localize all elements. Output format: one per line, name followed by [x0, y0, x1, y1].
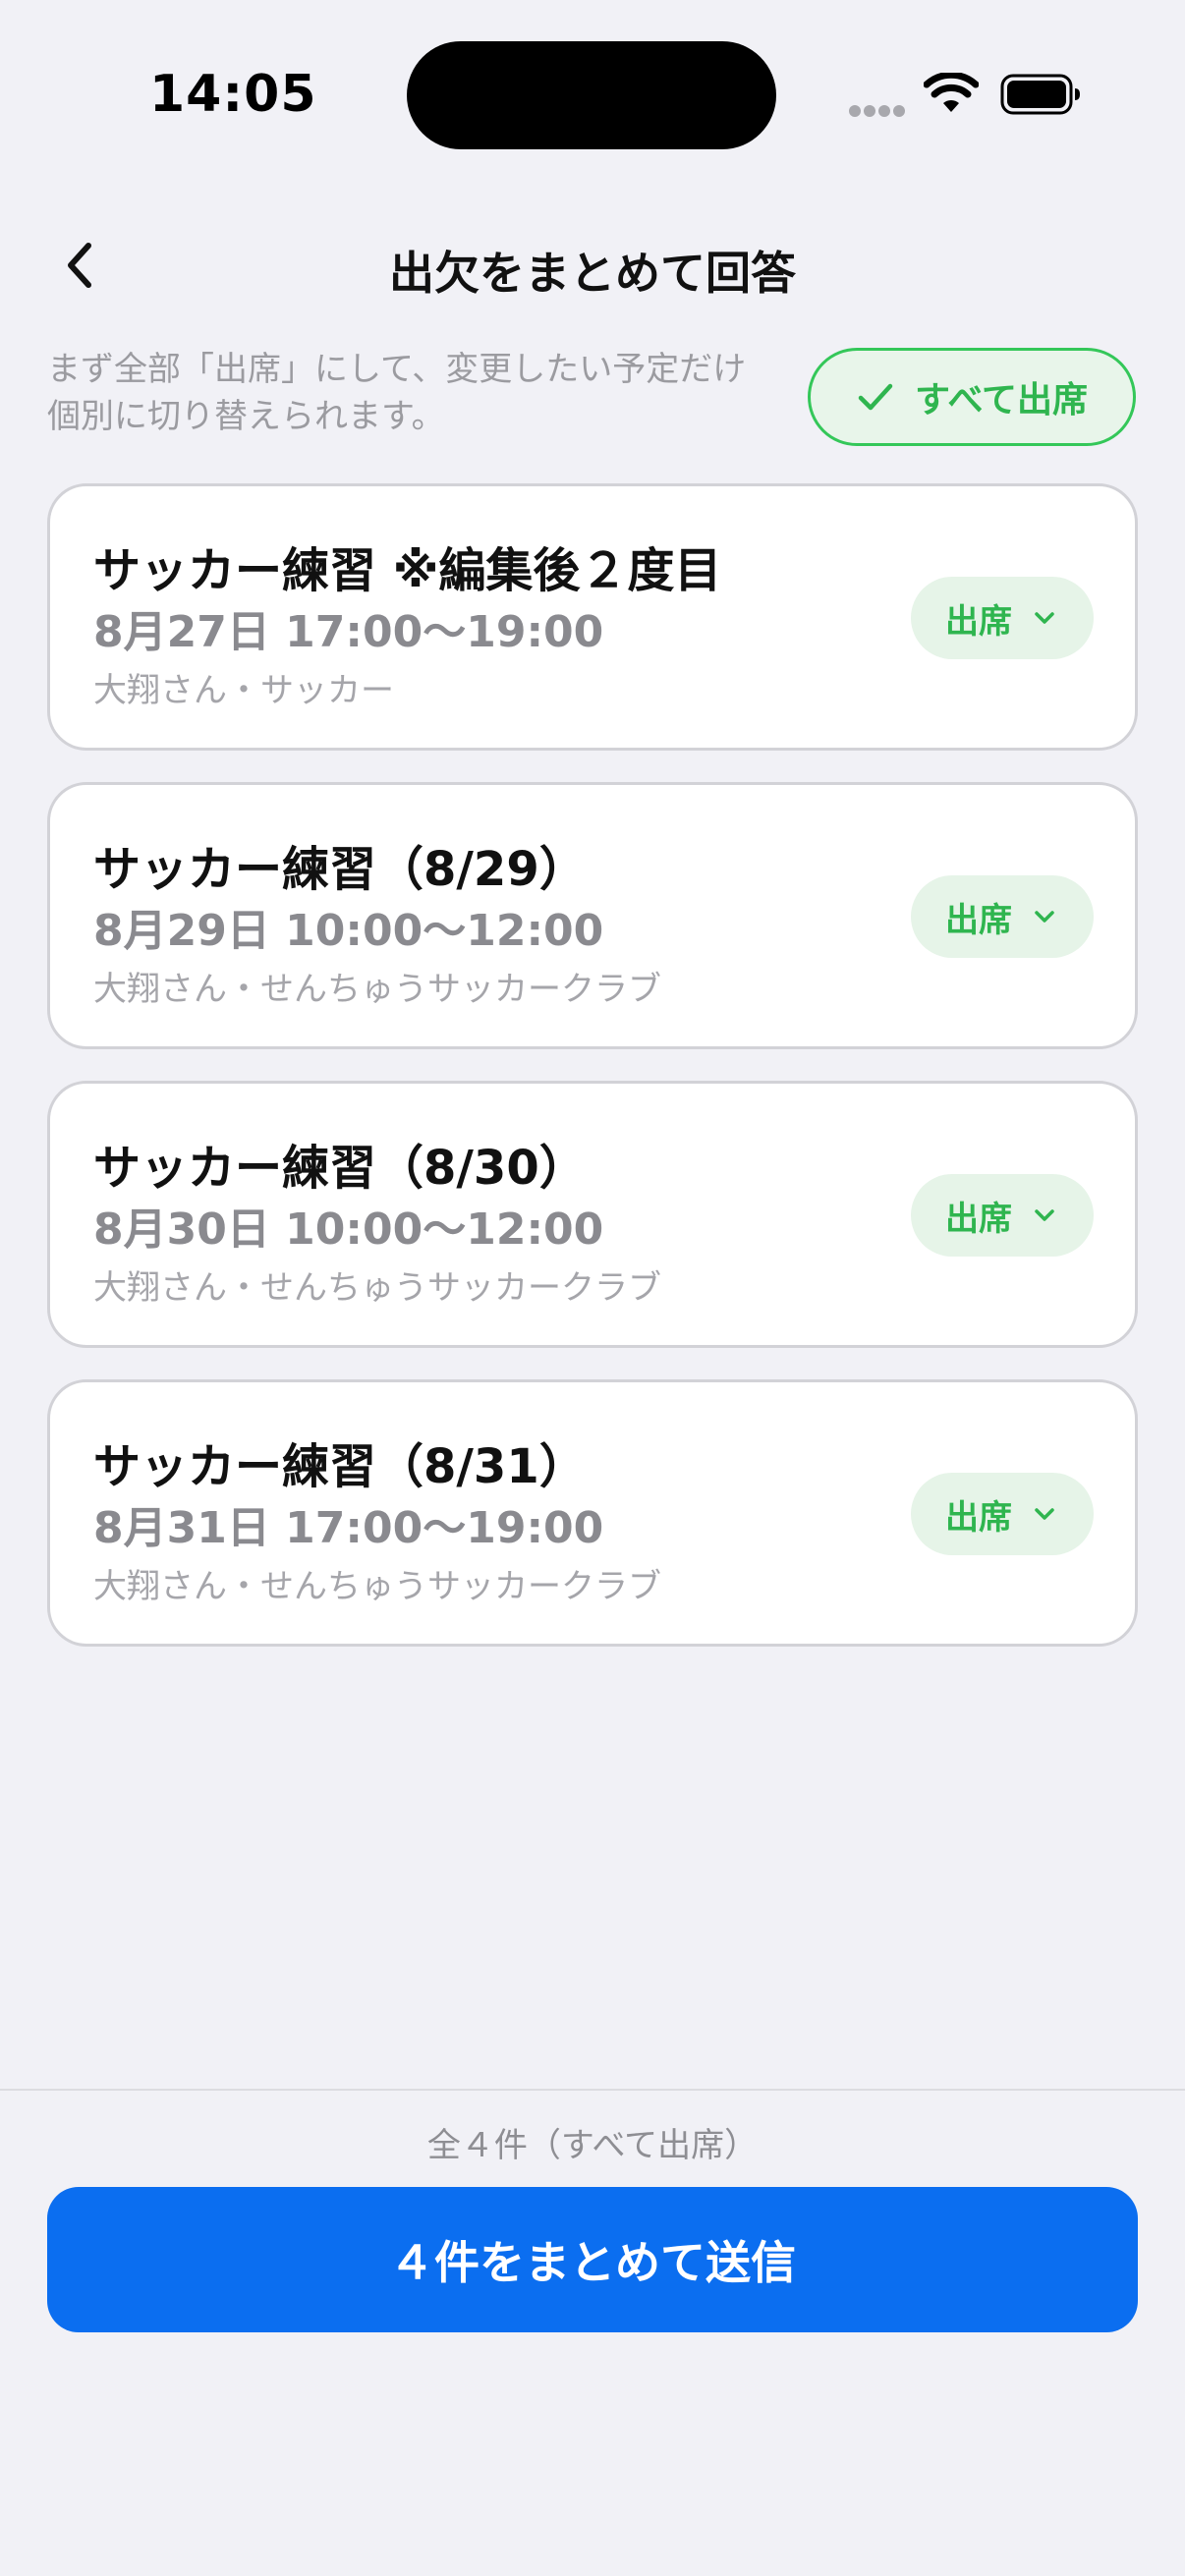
navigation-bar: 出欠をまとめて回答 [0, 216, 1185, 314]
event-meta: 大翔さん・サッカー [93, 671, 394, 710]
all-attend-button[interactable]: すべて出席 [808, 348, 1136, 446]
event-datetime: 8月30日 10:00〜12:00 [93, 1204, 604, 1255]
chevron-down-icon [1035, 1508, 1054, 1520]
chevron-down-icon [1035, 911, 1054, 923]
event-title: サッカー練習 ※編集後２度目 [93, 543, 722, 598]
hint-text: まず全部「出席」にして、変更したい予定だけ個別に切り替えられます。 [47, 350, 747, 436]
chevron-down-icon [1035, 1209, 1054, 1221]
all-attend-label: すべて出席 [914, 380, 1089, 420]
event-card: サッカー練習 ※編集後２度目 8月27日 17:00〜19:00 大翔さん・サッ… [47, 483, 1138, 751]
cellular-signal-icon [849, 102, 908, 121]
dynamic-island [407, 41, 776, 149]
battery-icon [1000, 74, 1080, 115]
attendance-status-label: 出席 [945, 1497, 1012, 1538]
footer-divider [0, 2089, 1185, 2091]
attendance-status-dropdown[interactable]: 出席 [911, 1473, 1094, 1555]
page-title: 出欠をまとめて回答 [389, 247, 796, 300]
event-card: サッカー練習（8/29） 8月29日 10:00〜12:00 大翔さん・せんちゅ… [47, 782, 1138, 1049]
attendance-status-dropdown[interactable]: 出席 [911, 1174, 1094, 1257]
event-datetime: 8月27日 17:00〜19:00 [93, 607, 604, 657]
submit-button[interactable]: ４件をまとめて送信 [47, 2187, 1138, 2332]
checkmark-icon [858, 383, 893, 411]
attendance-status-label: 出席 [945, 900, 1012, 940]
wifi-icon [924, 73, 979, 112]
attendance-status-dropdown[interactable]: 出席 [911, 875, 1094, 958]
event-card: サッカー練習（8/31） 8月31日 17:00〜19:00 大翔さん・せんちゅ… [47, 1379, 1138, 1647]
chevron-down-icon [1035, 612, 1054, 624]
event-datetime: 8月29日 10:00〜12:00 [93, 906, 604, 956]
status-time: 14:05 [149, 65, 317, 124]
event-title: サッカー練習（8/29） [93, 842, 587, 897]
screen: 14:05 出欠をまとめて回答 まず全部「出席」にして、変更したい予定だけ個別に… [0, 0, 1185, 2576]
attendance-status-label: 出席 [945, 601, 1012, 642]
event-meta: 大翔さん・せんちゅうサッカークラブ [93, 1268, 661, 1308]
attendance-status-dropdown[interactable]: 出席 [911, 577, 1094, 659]
submit-label: ４件をまとめて送信 [389, 2236, 796, 2289]
event-title: サッカー練習（8/30） [93, 1141, 587, 1196]
attendance-status-label: 出席 [945, 1199, 1012, 1239]
summary-text: 全４件（すべて出席） [426, 2126, 759, 2165]
event-meta: 大翔さん・せんちゅうサッカークラブ [93, 1567, 661, 1606]
status-bar: 14:05 [0, 0, 1185, 196]
event-title: サッカー練習（8/31） [93, 1439, 587, 1494]
event-datetime: 8月31日 17:00〜19:00 [93, 1503, 604, 1553]
event-meta: 大翔さん・せんちゅうサッカークラブ [93, 970, 661, 1009]
event-card: サッカー練習（8/30） 8月30日 10:00〜12:00 大翔さん・せんちゅ… [47, 1081, 1138, 1348]
